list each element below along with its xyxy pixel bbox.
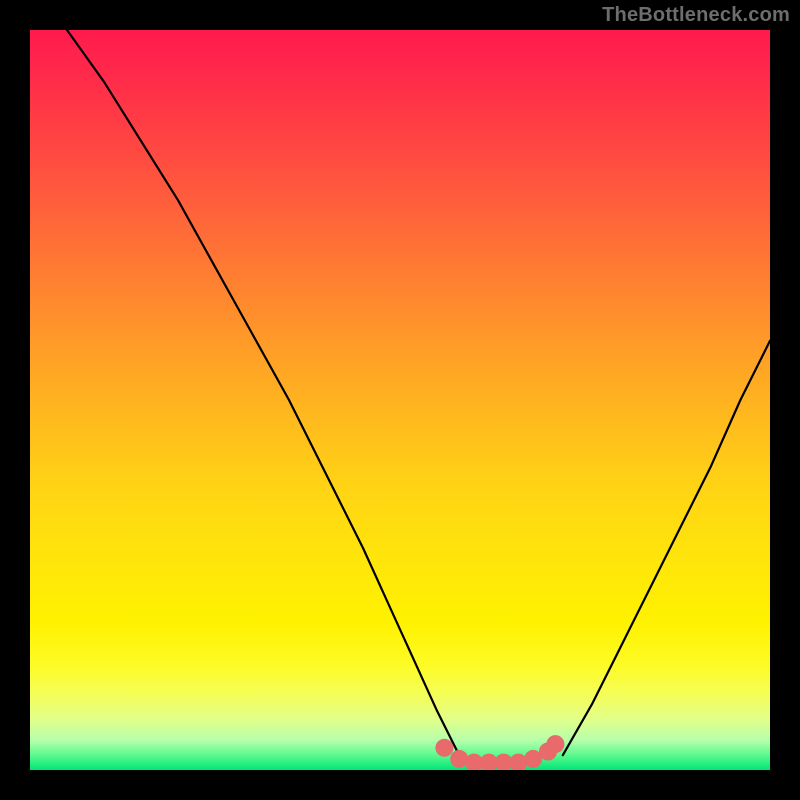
trough-marker bbox=[495, 754, 513, 770]
plot-area bbox=[30, 30, 770, 770]
trough-marker bbox=[435, 739, 453, 757]
curve-layer bbox=[30, 30, 770, 770]
trough-marker bbox=[509, 754, 527, 770]
trough-marker bbox=[480, 754, 498, 770]
curve-left-branch bbox=[67, 30, 459, 755]
trough-marker bbox=[539, 743, 557, 761]
curve-right-branch bbox=[563, 341, 770, 755]
chart-frame: TheBottleneck.com bbox=[0, 0, 800, 800]
trough-marker bbox=[450, 750, 468, 768]
trough-marker bbox=[465, 754, 483, 770]
trough-marker bbox=[524, 750, 542, 768]
watermark-text: TheBottleneck.com bbox=[602, 4, 790, 27]
trough-marker bbox=[546, 735, 564, 753]
